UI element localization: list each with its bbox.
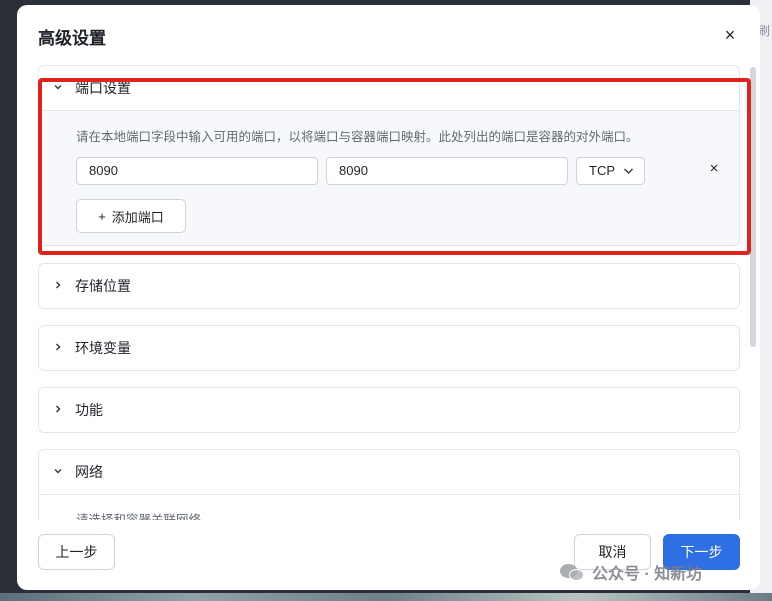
cancel-button[interactable]: 取消: [574, 534, 651, 570]
ports-section: 端口设置 请在本地端口字段中输入可用的端口，以将端口与容器端口映射。此处列出的端…: [38, 65, 740, 246]
container-port-input[interactable]: 8090: [326, 157, 568, 185]
protocol-select-value: TCP: [589, 163, 615, 178]
scrollbar[interactable]: [750, 67, 756, 517]
network-section-title: 网络: [75, 464, 103, 480]
env-section[interactable]: 环境变量: [38, 325, 740, 371]
plus-icon: +: [98, 208, 106, 224]
env-section-title: 环境变量: [75, 340, 131, 356]
scrollbar-thumb[interactable]: [750, 67, 756, 347]
ports-section-header[interactable]: 端口设置: [39, 66, 739, 110]
ports-section-body: 请在本地端口字段中输入可用的端口，以将端口与容器端口映射。此处列出的端口是容器的…: [39, 110, 739, 245]
network-hint: 请选择和容器关联网络: [76, 513, 202, 520]
local-port-input[interactable]: 8090: [76, 157, 318, 185]
chevron-down-icon: [53, 81, 75, 95]
ports-description: 请在本地端口字段中输入可用的端口，以将端口与容器端口映射。此处列出的端口是容器的…: [76, 130, 639, 144]
chevron-down-icon: [53, 465, 75, 479]
add-port-button[interactable]: + 添加端口: [76, 199, 186, 233]
next-step-button[interactable]: 下一步: [663, 534, 740, 570]
network-section-body: 请选择和容器关联网络: [39, 494, 739, 520]
desktop-wallpaper-strip: [0, 593, 772, 601]
protocol-select[interactable]: TCP: [576, 157, 645, 185]
features-section-title: 功能: [75, 402, 103, 418]
add-port-label: 添加端口: [111, 209, 164, 225]
env-section-header[interactable]: 环境变量: [39, 326, 739, 370]
network-section-header[interactable]: 网络: [39, 450, 739, 494]
chevron-right-icon: [53, 341, 75, 355]
advanced-settings-dialog: 高级设置 × 端口设置 请在本地端口字段中输入可用的端口，以将端口与容器端口映射…: [17, 5, 760, 590]
storage-section-header[interactable]: 存储位置: [39, 264, 739, 308]
chevron-down-icon: [623, 158, 634, 194]
chevron-right-icon: [53, 279, 75, 293]
previous-step-button[interactable]: 上一步: [38, 534, 115, 570]
storage-section[interactable]: 存储位置: [38, 263, 740, 309]
ports-section-title: 端口设置: [75, 80, 131, 96]
close-icon[interactable]: ×: [720, 25, 740, 45]
dialog-title: 高级设置: [38, 29, 106, 48]
storage-section-title: 存储位置: [75, 278, 131, 294]
features-section[interactable]: 功能: [38, 387, 740, 433]
network-section: 网络 请选择和容器关联网络: [38, 449, 740, 520]
chevron-right-icon: [53, 403, 75, 417]
settings-scroll-area[interactable]: 端口设置 请在本地端口字段中输入可用的端口，以将端口与容器端口映射。此处列出的端…: [38, 65, 743, 520]
close-icon[interactable]: ×: [705, 160, 723, 177]
features-section-header[interactable]: 功能: [39, 388, 739, 432]
